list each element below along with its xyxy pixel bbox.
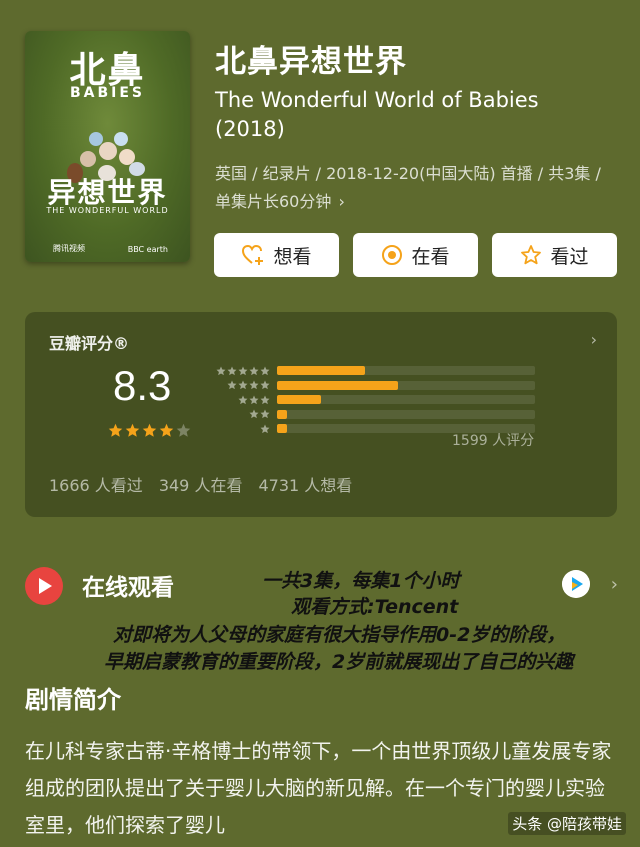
meta-text: 英国 / 纪录片 / 2018-12-20(中国大陆) 首播 / 共3集 / 单… [215,164,601,211]
play-icon[interactable] [25,567,63,605]
bbc-earth-logo: BBC earth [127,245,168,254]
histogram-track [277,366,535,375]
overlay-text-line: 早期启蒙教育的重要阶段，2岁前就展现出了自己的兴趣 [104,651,574,673]
overlay-text-line: 观看方式:Tencent [291,596,459,618]
histogram-star-label [210,395,277,405]
histogram-track [277,380,535,390]
rating-card[interactable]: 豆瓣评分® › 8.3 1599 人评分 1666 人看过 349 人在看 47… [25,312,617,517]
star-icon [142,423,157,442]
star-icon [108,423,123,442]
meta-info[interactable]: 英国 / 纪录片 / 2018-12-20(中国大陆) 首播 / 共3集 / 单… [215,160,615,216]
watching-button[interactable]: 在看 [353,233,478,277]
histogram-row [210,379,535,392]
heart-plus-icon [242,244,264,265]
histogram-track [277,395,535,404]
histogram-star-label [210,366,277,376]
star-outline-icon [521,245,542,265]
rating-count: 1599 人评分 [452,433,535,449]
watched-button[interactable]: 看过 [492,233,617,277]
chevron-right-icon: › [338,192,345,211]
watch-stats: 1666 人看过 349 人在看 4731 人想看 [49,472,352,496]
histogram-star-label [210,380,277,390]
histogram-star-label [210,409,277,419]
star-icon [125,423,140,442]
histogram-bar [277,380,399,390]
histogram-bar [277,424,288,433]
poster-subtitle-cn: 异想世界 [47,176,168,209]
want-count: 4731 人想看 [258,476,353,495]
histogram-bar [277,409,288,419]
title-cn: 北鼻异想世界 [215,44,407,80]
tencent-video-logo: 腾讯视频 [53,244,85,253]
poster-title-en: BABIES [69,85,146,101]
action-buttons: 想看 在看 看过 [214,233,617,277]
poster-subtitle-en: THE WONDERFUL WORLD [46,206,169,215]
overlay-text-line: 一共3集，每集1个小时 [262,570,460,592]
histogram-row [210,364,535,377]
want-to-watch-label: 想看 [273,245,312,268]
want-to-watch-button[interactable]: 想看 [214,233,339,277]
rating-stars [108,423,191,442]
watermark: 头条 @陪孩带娃 [508,812,626,835]
poster-image[interactable]: 北鼻 BABIES 异想世界 THE WONDERFUL WORLD 腾讯视频 … [25,31,190,262]
chevron-right-icon[interactable]: › [611,574,618,595]
chevron-right-icon: › [590,330,597,349]
star-icon [159,423,174,442]
online-watch-label[interactable]: 在线观看 [82,568,174,602]
watched-count: 1666 人看过 [49,476,143,495]
watching-icon [382,245,403,265]
histogram-bar [277,366,365,375]
rating-histogram [210,364,535,437]
histogram-row [210,393,535,406]
synopsis-title: 剧情简介 [25,686,121,714]
histogram-row [210,408,535,421]
star-icon [176,423,191,442]
rating-score: 8.3 [113,362,172,409]
histogram-bar [277,395,321,404]
histogram-track [277,409,535,419]
title-en: The Wonderful World of Babies (2018) [215,88,539,141]
tencent-video-icon[interactable] [562,570,590,598]
histogram-star-label [210,424,277,434]
douban-rating-label: 豆瓣评分® [49,334,130,353]
watching-label: 在看 [411,245,450,268]
watching-count: 349 人在看 [158,476,243,495]
watched-label: 看过 [550,245,589,268]
overlay-text-line: 对即将为人父母的家庭有很大指导作用0-2岁的阶段， [113,624,566,646]
